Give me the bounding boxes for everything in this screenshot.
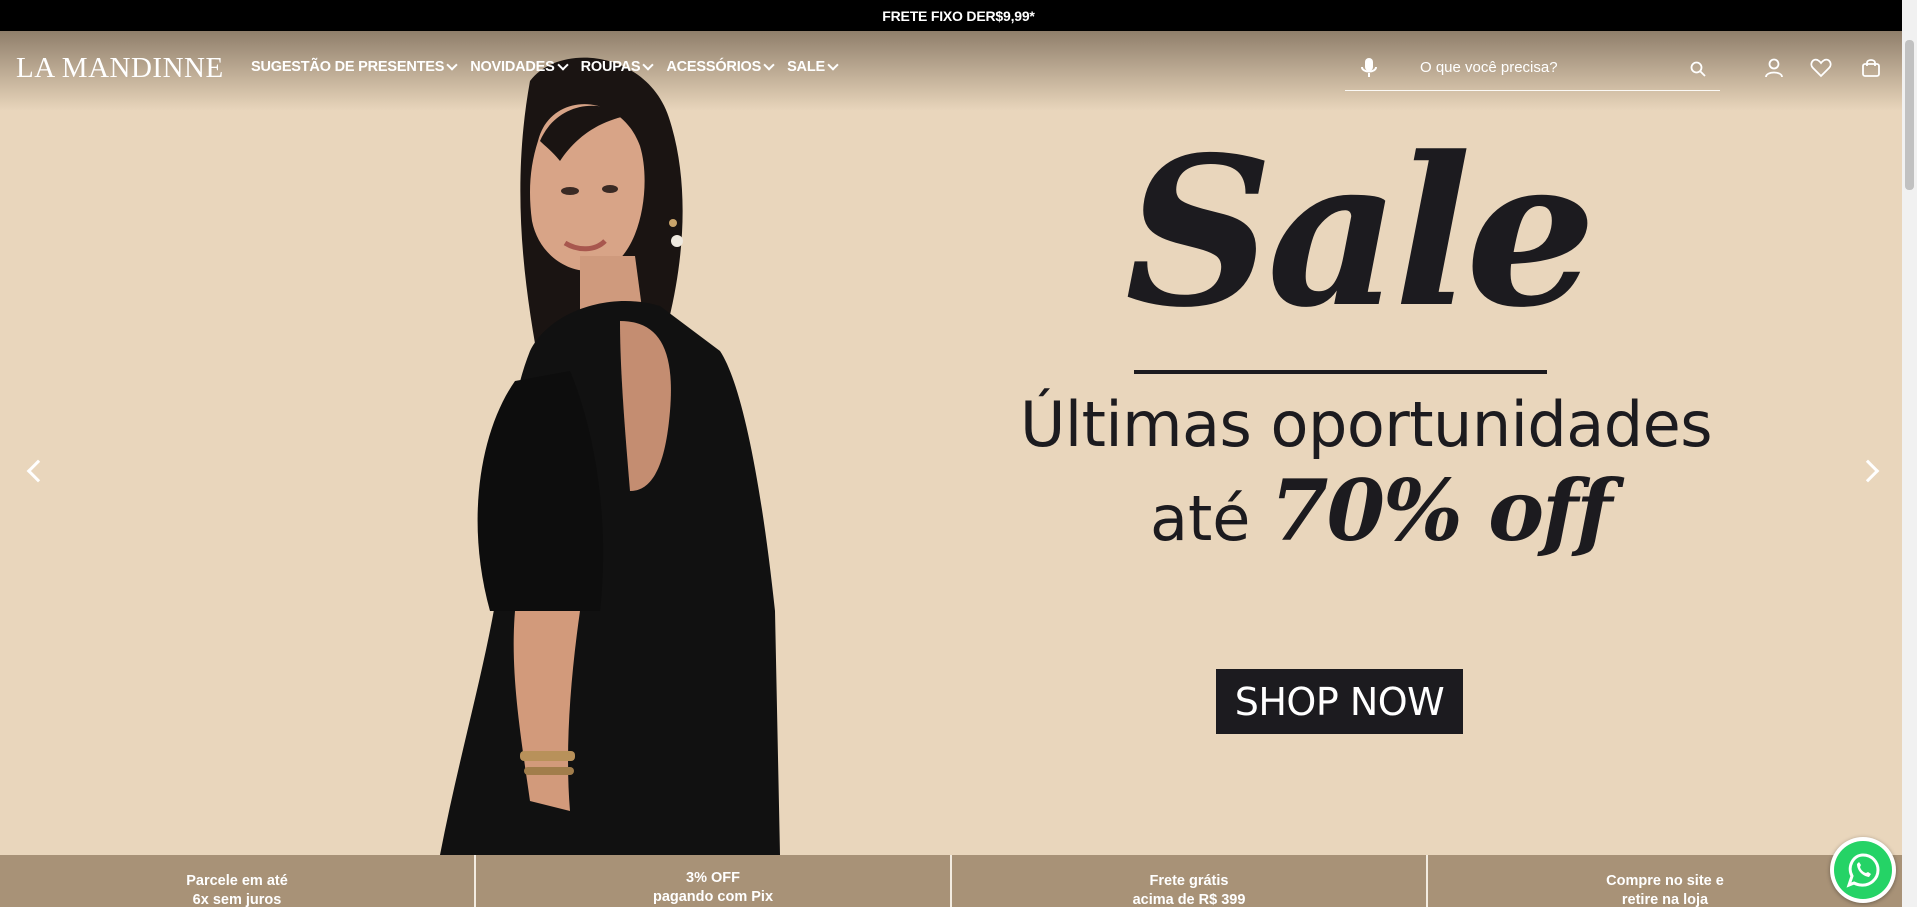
benefit-line: 6x sem juros [192,892,282,907]
chevron-down-icon [446,59,458,71]
announcement-text: FRETE FIXO DE [882,7,986,24]
bag-icon[interactable] [1861,58,1881,78]
discount-prefix: até [1150,482,1271,555]
benefit-installments: Parcele em até 6x sem juros [0,855,476,907]
headline-divider [1134,370,1547,374]
whatsapp-button[interactable] [1830,837,1896,903]
scrollbar-thumb[interactable] [1905,40,1914,190]
benefit-pix: 3% OFF pagando com Pix [476,855,952,907]
nav-label: SUGESTÃO DE PRESENTES [251,59,445,75]
benefit-line: 3% OFF [686,870,740,886]
chevron-down-icon [763,59,775,71]
benefit-free-shipping: Frete grátis acima de R$ 399 [952,855,1428,907]
chevron-down-icon [827,59,839,71]
announcement-bar: FRETE FIXO DE R$9,99* [0,0,1917,31]
whatsapp-icon [1834,841,1892,899]
sale-headline: Sale [1125,113,1596,353]
model-image [440,57,780,855]
carousel-prev-icon[interactable] [26,459,50,483]
search-icon[interactable] [1690,61,1706,77]
scrollbar[interactable] [1902,0,1917,907]
nav-label: SALE [787,59,825,75]
nav-label: ACESSÓRIOS [666,59,762,75]
user-icon[interactable] [1764,58,1784,78]
carousel-next-icon[interactable] [1856,459,1880,483]
benefit-line: Frete grátis [1149,873,1229,889]
shop-now-button[interactable]: SHOP NOW [1216,669,1463,734]
nav-item-roupas[interactable]: ROUPAS [580,59,655,75]
benefit-line: pagando com Pix [652,889,774,905]
site-header: LA MANDINNE SUGESTÃO DE PRESENTES NOVIDA… [0,31,1902,107]
benefit-line: acima de R$ 399 [1132,892,1246,907]
discount-line: até 70% off [1150,461,1612,560]
search-input[interactable] [1420,59,1670,76]
search-bar [1345,47,1720,91]
nav-label: ROUPAS [580,59,641,75]
nav-item-novidades[interactable]: NOVIDADES [470,59,569,75]
benefit-line: Parcele em até [186,873,288,889]
nav-item-acessorios[interactable]: ACESSÓRIOS [666,59,775,75]
nav-item-sale[interactable]: SALE [787,59,839,75]
hero-banner[interactable]: Sale Últimas oportunidades até 70% off S… [0,31,1902,855]
benefits-bar: Parcele em até 6x sem juros 3% OFF pagan… [0,855,1902,907]
heart-icon[interactable] [1810,58,1832,78]
chevron-down-icon [556,59,569,71]
nav-label: NOVIDADES [470,59,555,75]
nav-item-presentes[interactable]: SUGESTÃO DE PRESENTES [251,59,458,75]
logo[interactable]: LA MANDINNE [16,52,224,85]
subheadline: Últimas oportunidades [1020,388,1713,461]
announcement-price: R$9,99* [985,7,1035,24]
discount-value: 70% off [1270,461,1612,560]
microphone-icon[interactable] [1361,57,1377,79]
chevron-down-icon [642,59,655,71]
main-nav: SUGESTÃO DE PRESENTES NOVIDADES ROUPAS A… [251,59,851,75]
